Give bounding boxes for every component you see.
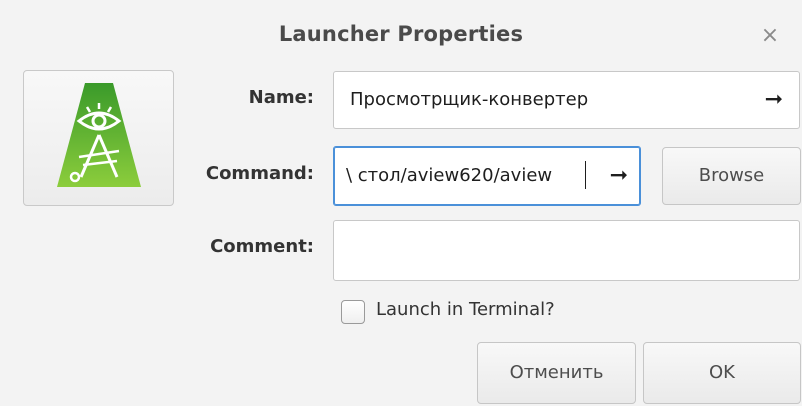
name-label: Name: xyxy=(248,87,314,108)
ok-button[interactable]: OK xyxy=(643,342,801,404)
command-field[interactable]: \ стол/aview620/aview ➞ xyxy=(333,146,641,206)
titlebar[interactable]: Launcher Properties × xyxy=(0,0,802,76)
comment-label: Comment: xyxy=(210,236,314,257)
comment-field[interactable] xyxy=(333,220,800,281)
command-label: Command: xyxy=(205,163,314,184)
command-value: \ стол/aview620/aview xyxy=(346,165,553,186)
close-icon[interactable]: × xyxy=(758,24,782,48)
arrow-right-icon[interactable]: ➞ xyxy=(765,72,783,128)
app-icon xyxy=(57,83,141,187)
dialog-title: Launcher Properties xyxy=(278,22,524,46)
launch-in-terminal-label[interactable]: Launch in Terminal? xyxy=(376,299,555,320)
name-field[interactable]: Просмотрщик-конвертер ➞ xyxy=(333,71,800,129)
name-value: Просмотрщик-конвертер xyxy=(350,89,589,110)
browse-button[interactable]: Browse xyxy=(662,147,801,205)
text-caret xyxy=(585,161,586,189)
launcher-properties-dialog: Launcher Properties × Name: Просмотрщик-… xyxy=(0,0,802,406)
launch-in-terminal-checkbox[interactable] xyxy=(341,300,365,324)
arrow-right-icon[interactable]: ➞ xyxy=(610,147,628,205)
cancel-button[interactable]: Отменить xyxy=(477,342,636,404)
launcher-icon-button[interactable] xyxy=(23,70,174,206)
